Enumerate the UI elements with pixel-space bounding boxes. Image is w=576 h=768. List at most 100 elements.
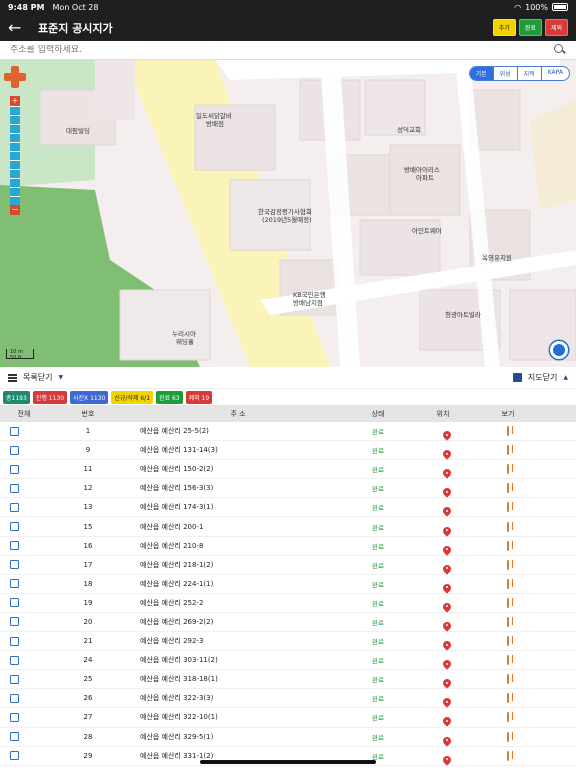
table-row[interactable]: 11 예산읍 예산리 150-2(2) 완료	[0, 460, 576, 480]
header-all[interactable]: 전체	[0, 409, 48, 419]
row-checkbox[interactable]	[10, 674, 19, 684]
table-row[interactable]: 27 예산읍 예산리 322-10(1) 완료	[0, 708, 576, 728]
table-row[interactable]: 12 예산읍 예산리 156-3(3) 완료	[0, 479, 576, 499]
badge-no-photo[interactable]: 사진X 1130	[70, 390, 109, 404]
row-checkbox[interactable]	[10, 522, 19, 532]
zoom-level-bar[interactable]	[10, 151, 20, 160]
pan-horizontal[interactable]	[4, 73, 26, 81]
badge-total[interactable]: 총1193	[3, 390, 30, 404]
row-checkbox[interactable]	[10, 598, 19, 608]
list-toggle-label[interactable]: 목록닫기	[23, 372, 52, 383]
table-row[interactable]: 9 예산읍 예산리 131-14(3) 완료	[0, 441, 576, 461]
table-row[interactable]: 19 예산읍 예산리 252-2 완료	[0, 594, 576, 613]
zoom-level-bar[interactable]	[10, 133, 20, 142]
caret-up-icon[interactable]: ▲	[563, 374, 568, 381]
table-row[interactable]: 25 예산읍 예산리 318-18(1) 완료	[0, 670, 576, 690]
row-number: 21	[83, 637, 93, 646]
row-checkbox[interactable]	[10, 560, 19, 570]
row-checkbox[interactable]	[10, 655, 19, 665]
book-icon[interactable]	[507, 483, 509, 494]
row-checkbox[interactable]	[10, 464, 19, 474]
zoom-level-bar[interactable]	[10, 178, 20, 187]
table-row[interactable]: 24 예산읍 예산리 303-11(2) 완료	[0, 651, 576, 671]
row-checkbox[interactable]	[10, 426, 19, 436]
book-icon[interactable]	[507, 655, 509, 666]
book-icon[interactable]	[507, 464, 509, 475]
book-icon[interactable]	[507, 426, 509, 437]
row-checkbox[interactable]	[10, 636, 19, 646]
table-row[interactable]: 21 예산읍 예산리 292-3 완료	[0, 632, 576, 652]
row-view-cell	[478, 464, 538, 475]
add-button[interactable]: 추가	[492, 19, 516, 36]
zoom-level-bar[interactable]	[10, 115, 20, 124]
zoom-level-bar[interactable]	[10, 142, 20, 151]
table-row[interactable]: 26 예산읍 예산리 322-3(3) 완료	[0, 689, 576, 709]
row-checkbox[interactable]	[10, 445, 19, 455]
book-icon[interactable]	[507, 502, 509, 513]
badge-excluded[interactable]: 제외 19	[185, 390, 213, 404]
row-address: 예산읍 예산리 303-11(2)	[140, 656, 218, 665]
my-location-icon[interactable]	[550, 341, 568, 359]
row-status: 완료	[372, 638, 384, 647]
zoom-level-bar[interactable]	[10, 187, 20, 196]
book-icon[interactable]	[507, 750, 509, 761]
done-button[interactable]: 완료	[518, 19, 542, 36]
badge-progress[interactable]: 진행 1130	[32, 390, 68, 404]
row-checkbox-cell	[0, 426, 48, 436]
row-checkbox[interactable]	[10, 617, 19, 627]
table-row[interactable]: 13 예산읍 예산리 174-3(1) 완료	[0, 498, 576, 518]
table-row[interactable]: 18 예산읍 예산리 224-1(1) 완료	[0, 575, 576, 594]
table-row[interactable]: 28 예산읍 예산리 329-5(1) 완료	[0, 728, 576, 747]
exclude-button[interactable]: 제외	[544, 19, 568, 36]
zoom-level-bar[interactable]	[10, 160, 20, 169]
zoom-out-button[interactable]: −	[10, 205, 20, 215]
book-icon[interactable]	[507, 674, 509, 685]
table-row[interactable]: 15 예산읍 예산리 200-1 완료	[0, 517, 576, 537]
row-checkbox[interactable]	[10, 693, 19, 703]
badge-new-deleted[interactable]: 신규/삭제 6/1	[111, 390, 154, 404]
zoom-in-button[interactable]: +	[10, 96, 20, 106]
zoom-level-bar[interactable]	[10, 124, 20, 133]
table-row[interactable]: 20 예산읍 예산리 269-2(2) 완료	[0, 613, 576, 633]
tab-kapa[interactable]: KAPA	[542, 67, 569, 80]
book-icon[interactable]	[507, 712, 509, 723]
book-icon[interactable]	[507, 597, 509, 608]
book-icon[interactable]	[507, 540, 509, 551]
book-icon[interactable]	[507, 521, 509, 532]
zoom-level-bar[interactable]	[10, 106, 20, 115]
map-toggle-label[interactable]: 지도닫기	[528, 372, 557, 383]
tab-cadastral[interactable]: 지적	[518, 67, 542, 80]
row-view-cell	[478, 655, 538, 666]
row-checkbox[interactable]	[10, 579, 19, 589]
book-icon[interactable]	[507, 578, 509, 589]
row-checkbox[interactable]	[10, 541, 19, 551]
row-checkbox[interactable]	[10, 502, 19, 512]
row-checkbox[interactable]	[10, 751, 19, 761]
row-checkbox[interactable]	[10, 483, 19, 493]
row-checkbox[interactable]	[10, 732, 19, 742]
table-row[interactable]: 16 예산읍 예산리 210-8 완료	[0, 537, 576, 556]
search-icon[interactable]	[554, 44, 566, 56]
book-icon[interactable]	[507, 445, 509, 456]
zoom-level-bar[interactable]	[10, 169, 20, 178]
pan-control[interactable]	[4, 66, 26, 88]
book-icon[interactable]	[507, 616, 509, 627]
row-status: 완료	[372, 733, 384, 742]
book-icon[interactable]	[507, 693, 509, 704]
book-icon[interactable]	[507, 731, 509, 742]
badge-done[interactable]: 완료 63	[156, 390, 183, 404]
caret-down-icon[interactable]: ▼	[58, 374, 63, 381]
map-view[interactable]: 기본 위성 지적 KAPA + − 대림빌딩 일도씨닭갈비 방배점 한국감정평가…	[0, 60, 576, 367]
search-input[interactable]	[10, 45, 554, 55]
row-checkbox[interactable]	[10, 712, 19, 722]
home-indicator	[200, 760, 376, 764]
zoom-level-bar[interactable]	[10, 196, 20, 205]
back-arrow-icon[interactable]: ←	[8, 18, 28, 37]
book-icon[interactable]	[507, 559, 509, 570]
table-row[interactable]: 1 예산읍 예산리 25-5(2) 완료	[0, 422, 576, 442]
tab-basic[interactable]: 기본	[469, 67, 494, 80]
book-icon[interactable]	[507, 636, 509, 647]
table-row[interactable]: 17 예산읍 예산리 218-1(2) 완료	[0, 556, 576, 575]
tab-satellite[interactable]: 위성	[494, 67, 518, 80]
header-number: 번호	[81, 409, 95, 418]
